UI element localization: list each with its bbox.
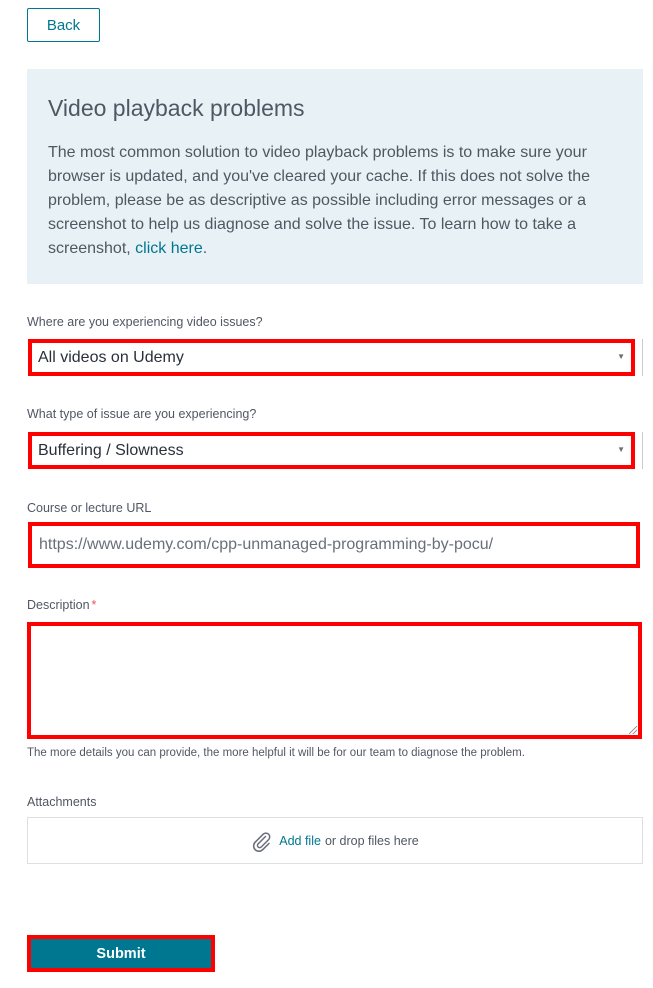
info-text: The most common solution to video playba…	[48, 141, 622, 261]
add-file-link[interactable]: Add file	[279, 834, 321, 848]
info-title: Video playback problems	[48, 95, 305, 121]
select-edge	[634, 432, 643, 469]
back-button[interactable]: Back	[27, 8, 100, 42]
course-url-input[interactable]: https://www.udemy.com/cpp-unmanaged-prog…	[28, 522, 640, 568]
paperclip-icon	[253, 831, 271, 852]
issue-type-select-value: Buffering / Slowness	[38, 441, 184, 459]
description-helper: The more details you can provide, the mo…	[27, 747, 525, 759]
url-label: Course or lecture URL	[27, 501, 152, 515]
location-select[interactable]: All videos on Udemy ▼	[28, 339, 635, 376]
description-label-text: Description	[27, 598, 90, 612]
resize-grip-icon[interactable]	[629, 726, 637, 734]
submit-button[interactable]: Submit	[31, 939, 211, 968]
location-select-value: All videos on Udemy	[38, 348, 184, 366]
submit-button-frame: Submit	[27, 935, 215, 972]
drop-files-text: or drop files here	[324, 833, 419, 848]
location-label: Where are you experiencing video issues?	[27, 315, 263, 329]
triangle-down-icon: ▼	[617, 352, 625, 361]
course-url-value: https://www.udemy.com/cpp-unmanaged-prog…	[39, 536, 494, 553]
attachment-dropzone[interactable]: Add file or drop files here	[27, 817, 643, 864]
description-textarea[interactable]	[27, 622, 642, 739]
description-label: Description *	[27, 598, 96, 612]
triangle-down-icon: ▼	[617, 445, 625, 454]
select-edge	[634, 339, 643, 376]
info-text-end: .	[202, 240, 208, 257]
info-panel: Video playback problems The most common …	[27, 69, 643, 284]
required-mark: *	[91, 598, 97, 612]
issue-type-label: What type of issue are you experiencing?	[27, 407, 257, 421]
info-body: The most common solution to video playba…	[48, 144, 591, 257]
issue-type-select[interactable]: Buffering / Slowness ▼	[28, 432, 635, 469]
attachments-label: Attachments	[27, 795, 97, 809]
click-here-link[interactable]: click here	[135, 240, 203, 257]
